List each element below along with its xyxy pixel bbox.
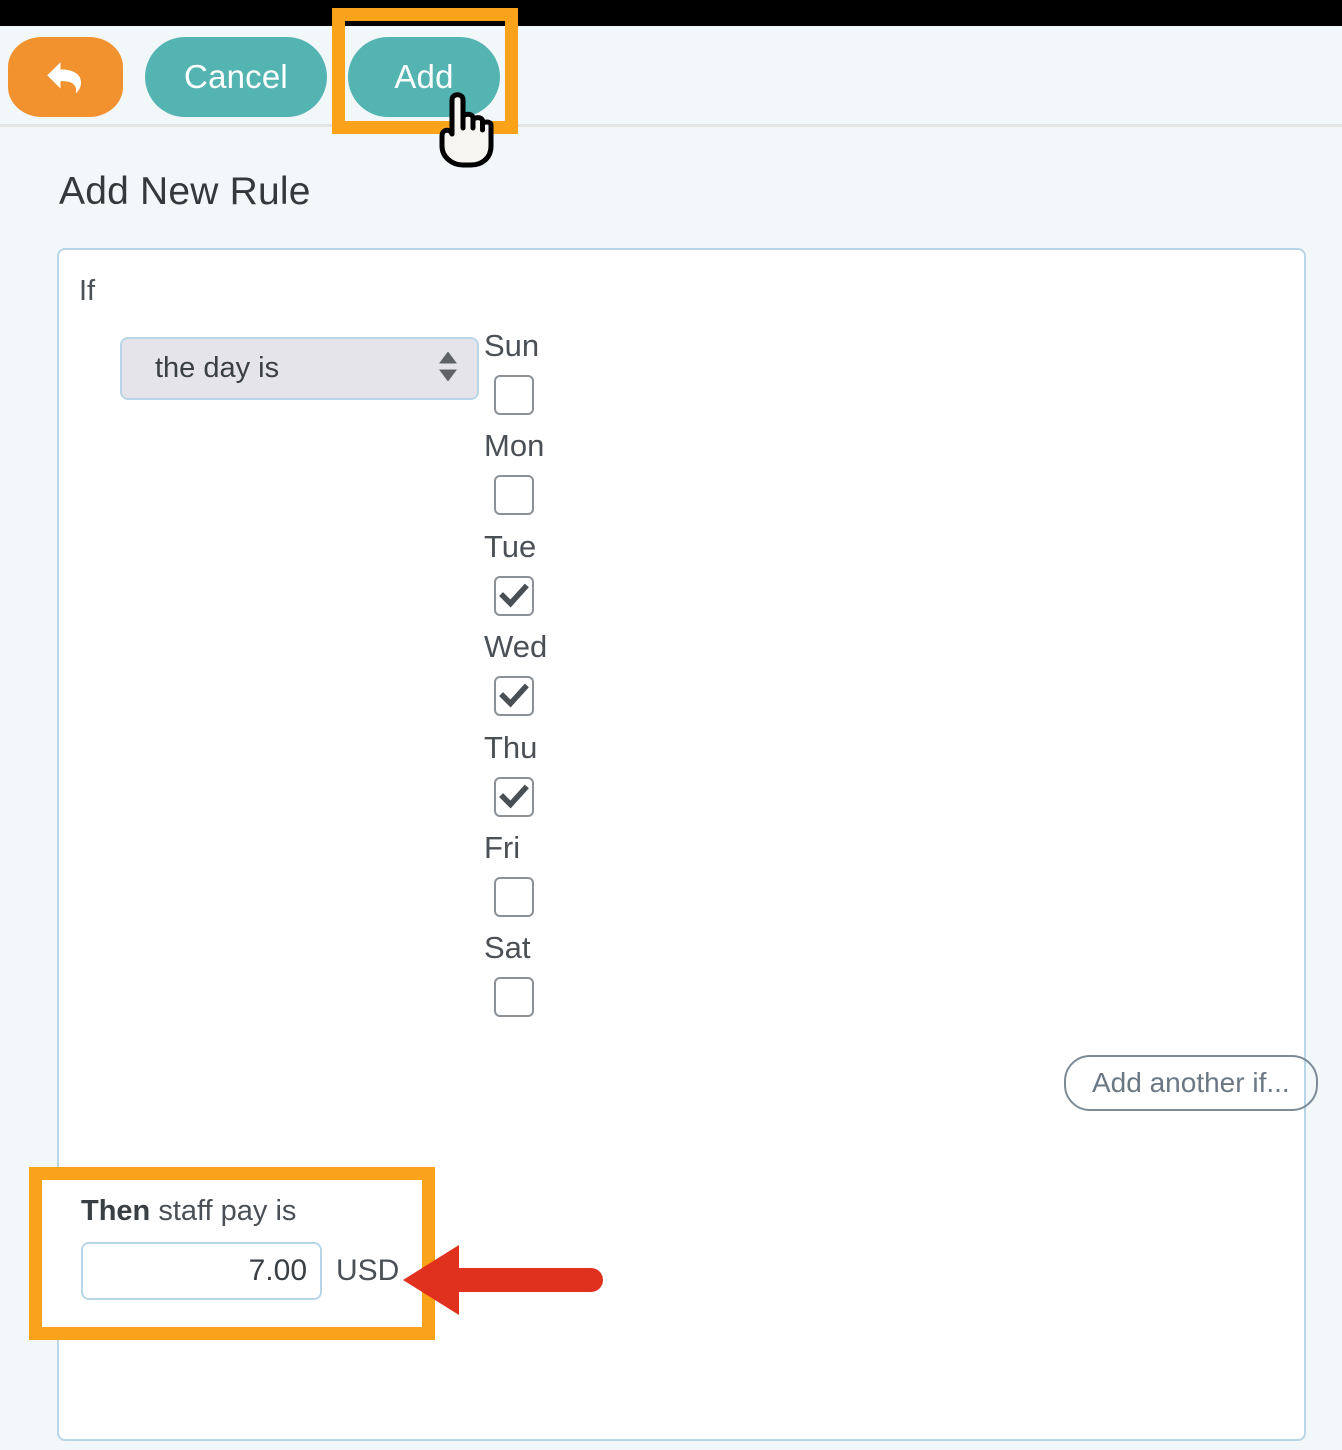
staff-pay-input[interactable] bbox=[81, 1242, 322, 1300]
day-row-wed: Wed bbox=[484, 631, 664, 731]
toolbar: Cancel Add bbox=[0, 26, 1342, 127]
day-row-tue: Tue bbox=[484, 531, 664, 631]
day-checkbox-fri[interactable] bbox=[494, 876, 534, 917]
day-label-sun: Sun bbox=[484, 328, 540, 363]
cancel-button-label: Cancel bbox=[184, 58, 288, 95]
condition-select-value: the day is bbox=[155, 352, 280, 384]
day-label-tue: Tue bbox=[484, 528, 537, 564]
add-another-if-button[interactable]: Add another if... bbox=[1064, 1055, 1318, 1111]
day-label-thu: Thu bbox=[484, 729, 538, 765]
day-checkbox-tue[interactable] bbox=[494, 575, 534, 616]
add-button-label: Add bbox=[394, 58, 454, 95]
day-checkbox-thu[interactable] bbox=[494, 776, 534, 817]
day-row-sat: Sat bbox=[484, 932, 664, 1032]
day-label-sat: Sat bbox=[484, 930, 531, 966]
day-checkbox-group: Sun Mon Tue Wed Thu Fri Sat bbox=[484, 330, 664, 1033]
if-label: If bbox=[79, 275, 96, 307]
then-block: Then staff pay is USD bbox=[81, 1195, 399, 1300]
day-label-wed: Wed bbox=[484, 629, 548, 665]
day-label-fri: Fri bbox=[484, 829, 521, 865]
condition-select[interactable]: the day is bbox=[120, 337, 479, 400]
day-checkbox-wed[interactable] bbox=[494, 676, 534, 717]
day-row-fri: Fri bbox=[484, 832, 664, 932]
day-row-thu: Thu bbox=[484, 732, 664, 832]
rule-card: If the day is Sun Mon Tue Wed Thu Fri Sa… bbox=[57, 248, 1318, 1441]
cancel-button[interactable]: Cancel bbox=[145, 37, 327, 117]
back-arrow-icon bbox=[44, 58, 88, 96]
day-row-sun: Sun bbox=[484, 330, 664, 430]
pay-row: USD bbox=[81, 1242, 399, 1300]
day-checkbox-sat[interactable] bbox=[494, 977, 534, 1018]
currency-label: USD bbox=[336, 1254, 400, 1287]
back-button[interactable] bbox=[8, 37, 123, 117]
then-keyword: Then bbox=[81, 1195, 151, 1227]
day-label-mon: Mon bbox=[484, 428, 545, 464]
app-root: Cancel Add Add New Rule If the day is Su… bbox=[0, 0, 1342, 1450]
status-bar bbox=[0, 0, 1342, 26]
day-checkbox-sun[interactable] bbox=[494, 375, 534, 415]
page-title: Add New Rule bbox=[59, 170, 311, 213]
then-description: staff pay is bbox=[150, 1195, 297, 1227]
add-button[interactable]: Add bbox=[348, 37, 500, 117]
then-label: Then staff pay is bbox=[81, 1195, 399, 1228]
day-row-mon: Mon bbox=[484, 430, 664, 530]
day-checkbox-mon[interactable] bbox=[494, 475, 534, 516]
up-down-stepper-icon bbox=[437, 349, 459, 388]
